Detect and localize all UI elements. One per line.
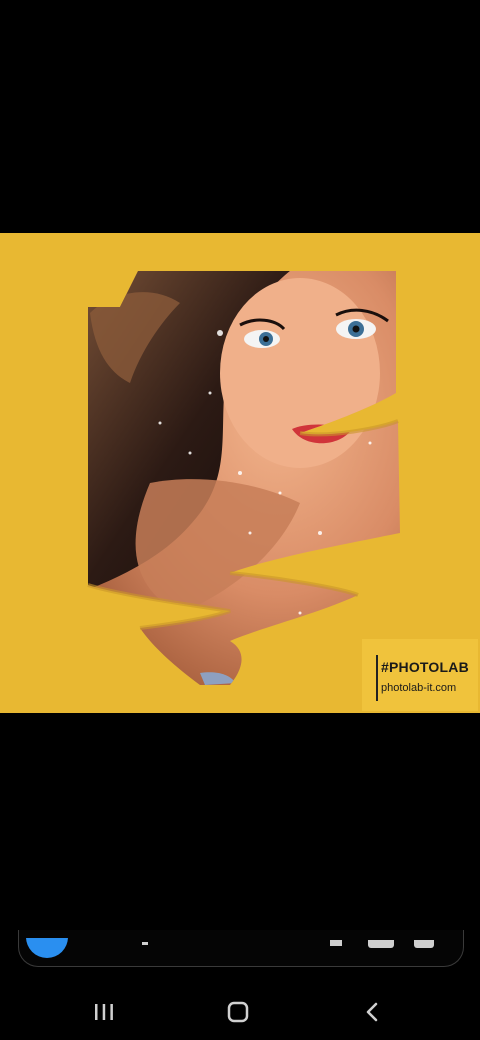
- home-icon: [227, 1001, 249, 1023]
- recent-apps-icon: [95, 1004, 113, 1020]
- bottom-sheet[interactable]: [18, 930, 464, 967]
- back-icon: [366, 1002, 378, 1022]
- watermark-url: photolab-it.com: [381, 682, 457, 694]
- photolab-watermark: #PHOTOLAB photolab-it.com: [362, 639, 478, 711]
- navigation-bar: [0, 980, 480, 1040]
- recent-apps-button[interactable]: [80, 992, 128, 1032]
- fab-button[interactable]: [26, 938, 68, 960]
- toolbar-peek-icon-3[interactable]: [368, 940, 394, 948]
- screen: #PHOTOLAB photolab-it.com: [0, 0, 480, 1040]
- fab-circle: [26, 938, 68, 958]
- toolbar-peek-icon-1[interactable]: [142, 942, 148, 945]
- toolbar-peek-icon-4[interactable]: [414, 940, 434, 948]
- toolbar-peek-icon-2[interactable]: [330, 940, 342, 946]
- edited-photo[interactable]: #PHOTOLAB photolab-it.com: [0, 233, 480, 713]
- back-button[interactable]: [348, 992, 396, 1032]
- home-button[interactable]: [214, 992, 262, 1032]
- watermark-tag: #PHOTOLAB: [381, 659, 469, 675]
- watermark-divider: [376, 655, 378, 701]
